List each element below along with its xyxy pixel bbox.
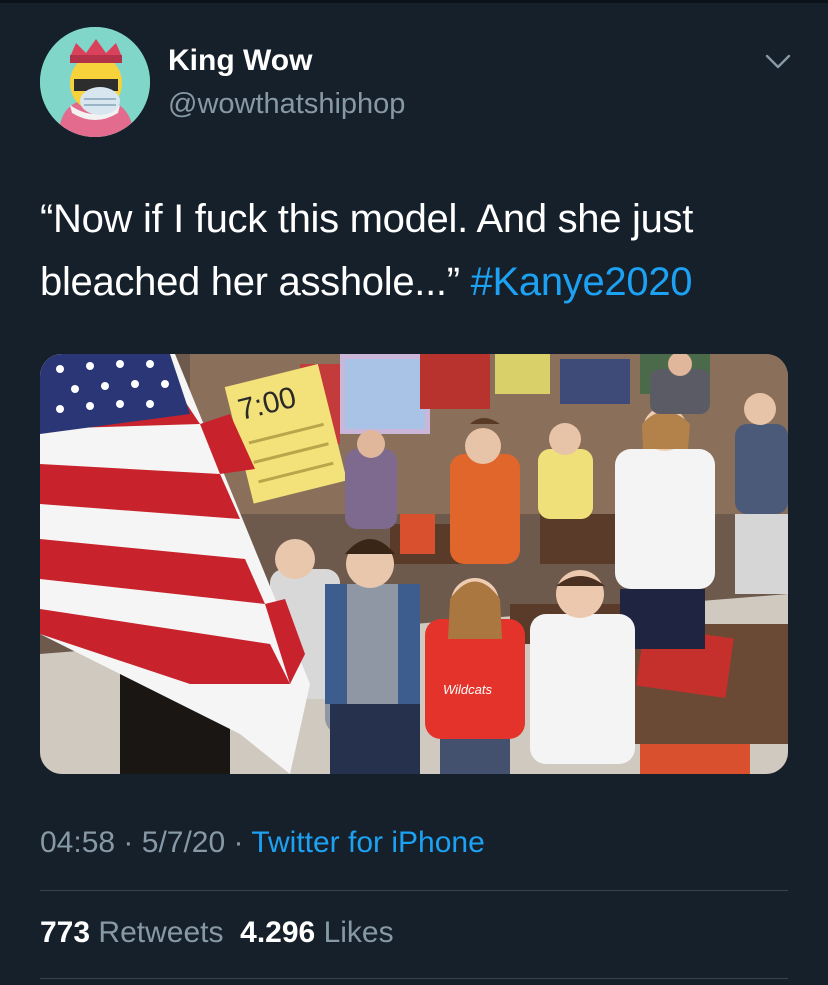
likes-count: 4.296 (240, 916, 316, 949)
tweet-photo[interactable]: 7:00 Wildcats (40, 354, 788, 774)
top-edge (0, 0, 828, 3)
tweet-meta: 04:58 · 5/7/20 · Twitter for iPhone (40, 826, 485, 860)
divider-bottom (40, 978, 788, 979)
meta-separator-1: · (123, 826, 134, 859)
likes-stat[interactable]: 4.296 Likes (240, 916, 393, 949)
avatar-illustration (40, 27, 150, 137)
tweet-time[interactable]: 04:58 (40, 826, 115, 859)
retweets-count: 773 (40, 916, 91, 949)
meta-separator-2: · (233, 826, 244, 859)
hashtag-link[interactable]: #Kanye2020 (471, 260, 693, 304)
likes-label: Likes (323, 916, 394, 949)
tweet-text: “Now if I fuck this model. And she just … (40, 188, 800, 314)
shirt-text: Wildcats (443, 682, 493, 697)
tweet-source-link[interactable]: Twitter for iPhone (251, 826, 484, 859)
retweets-label: Retweets (98, 916, 224, 949)
divider-top (40, 890, 788, 891)
avatar[interactable] (40, 27, 150, 137)
classroom-photo: 7:00 Wildcats (40, 354, 788, 774)
retweets-stat[interactable]: 773 Retweets (40, 916, 223, 949)
chevron-down-icon[interactable] (765, 52, 791, 70)
tweet-stats: 773 Retweets 4.296 Likes (40, 916, 394, 950)
author-name[interactable]: King Wow (168, 44, 312, 78)
author-handle[interactable]: @wowthatshiphop (168, 88, 405, 121)
tweet-date[interactable]: 5/7/20 (142, 826, 225, 859)
